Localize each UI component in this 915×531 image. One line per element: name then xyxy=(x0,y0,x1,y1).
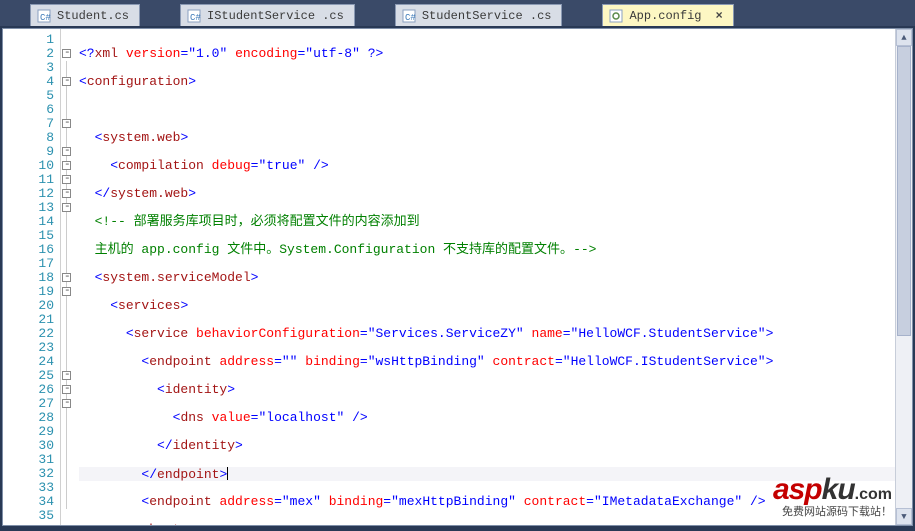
line-number: 1 xyxy=(3,33,58,47)
line-number: 18 xyxy=(3,271,58,285)
svg-text:C#: C# xyxy=(40,13,51,23)
text-cursor xyxy=(227,467,228,480)
line-number: 29 xyxy=(3,425,58,439)
tab-istudentservice[interactable]: C# IStudentService .cs xyxy=(180,4,355,26)
line-number: 2 xyxy=(3,47,58,61)
fold-toggle-icon[interactable] xyxy=(62,273,71,282)
line-number: 10 xyxy=(3,159,58,173)
line-number: 33 xyxy=(3,481,58,495)
fold-toggle-icon[interactable] xyxy=(62,175,71,184)
line-number: 15 xyxy=(3,229,58,243)
line-number: 28 xyxy=(3,411,58,425)
line-number: 30 xyxy=(3,439,58,453)
line-number: 3 xyxy=(3,61,58,75)
scroll-thumb[interactable] xyxy=(897,46,911,336)
fold-toggle-icon[interactable] xyxy=(62,385,71,394)
line-number: 25 xyxy=(3,369,58,383)
close-icon[interactable]: × xyxy=(715,9,722,23)
line-number: 32 xyxy=(3,467,58,481)
code-area[interactable]: <?xml version="1.0" encoding="utf-8" ?> … xyxy=(75,29,895,525)
line-number: 26 xyxy=(3,383,58,397)
fold-toggle-icon[interactable] xyxy=(62,203,71,212)
svg-text:C#: C# xyxy=(405,13,416,23)
fold-toggle-icon[interactable] xyxy=(62,189,71,198)
fold-toggle-icon[interactable] xyxy=(62,77,71,86)
line-number: 4 xyxy=(3,75,58,89)
vertical-scrollbar[interactable]: ▲ ▼ xyxy=(895,29,912,525)
fold-toggle-icon[interactable] xyxy=(62,49,71,58)
tab-studentservice[interactable]: C# StudentService .cs xyxy=(395,4,563,26)
line-number: 20 xyxy=(3,299,58,313)
scroll-up-button[interactable]: ▲ xyxy=(896,29,912,46)
line-number: 21 xyxy=(3,313,58,327)
tab-bar: C# Student.cs C# IStudentService .cs C# … xyxy=(0,0,915,26)
line-number: 11 xyxy=(3,173,58,187)
fold-gutter xyxy=(61,29,75,525)
line-number: 14 xyxy=(3,215,58,229)
tab-label: StudentService .cs xyxy=(422,9,552,23)
fold-toggle-icon[interactable] xyxy=(62,161,71,170)
fold-toggle-icon[interactable] xyxy=(62,147,71,156)
line-number: 8 xyxy=(3,131,58,145)
fold-toggle-icon[interactable] xyxy=(62,119,71,128)
tab-appconfig[interactable]: App.config × xyxy=(602,4,733,26)
line-number: 16 xyxy=(3,243,58,257)
svg-text:C#: C# xyxy=(190,13,201,23)
tab-label: Student.cs xyxy=(57,9,129,23)
line-number: 22 xyxy=(3,327,58,341)
line-number-gutter: 1 2 3 4 5 6 7 8 9 10 11 12 13 14 15 16 1… xyxy=(3,29,61,525)
line-number: 34 xyxy=(3,495,58,509)
editor: 1 2 3 4 5 6 7 8 9 10 11 12 13 14 15 16 1… xyxy=(2,28,913,526)
line-number: 13 xyxy=(3,201,58,215)
line-number: 23 xyxy=(3,341,58,355)
line-number: 6 xyxy=(3,103,58,117)
csharp-file-icon: C# xyxy=(37,9,51,23)
fold-toggle-icon[interactable] xyxy=(62,371,71,380)
csharp-file-icon: C# xyxy=(402,9,416,23)
line-number: 35 xyxy=(3,509,58,523)
tab-label: App.config xyxy=(629,9,701,23)
fold-toggle-icon[interactable] xyxy=(62,287,71,296)
line-number: 9 xyxy=(3,145,58,159)
tab-label: IStudentService .cs xyxy=(207,9,344,23)
scroll-down-button[interactable]: ▼ xyxy=(896,508,912,525)
line-number: 27 xyxy=(3,397,58,411)
line-number: 31 xyxy=(3,453,58,467)
tab-student[interactable]: C# Student.cs xyxy=(30,4,140,26)
line-number: 7 xyxy=(3,117,58,131)
fold-toggle-icon[interactable] xyxy=(62,399,71,408)
config-file-icon xyxy=(609,9,623,23)
line-number: 12 xyxy=(3,187,58,201)
line-number: 5 xyxy=(3,89,58,103)
line-number: 19 xyxy=(3,285,58,299)
csharp-file-icon: C# xyxy=(187,9,201,23)
line-number: 17 xyxy=(3,257,58,271)
line-number: 24 xyxy=(3,355,58,369)
